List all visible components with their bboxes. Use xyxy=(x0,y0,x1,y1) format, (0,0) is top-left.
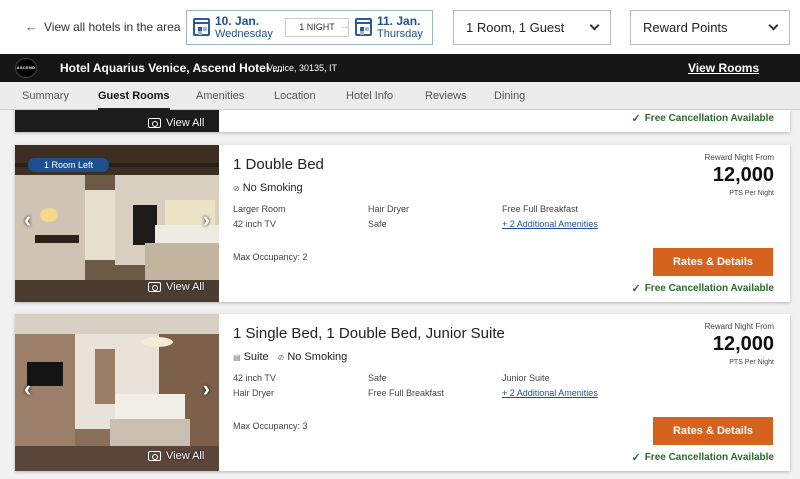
room-title: 1 Double Bed xyxy=(233,156,324,173)
view-all-photos-button[interactable]: View All xyxy=(148,281,204,293)
reward-label: Reward Night From xyxy=(704,322,774,331)
hotel-location: Venice, 30135, IT xyxy=(267,63,338,73)
amenity: 42 inch TV xyxy=(233,219,276,229)
amenity: Free Full Breakfast xyxy=(502,204,579,214)
view-all-photos-button[interactable]: View All xyxy=(148,117,204,129)
room-tag-label: No Smoking xyxy=(287,351,348,363)
camera-icon xyxy=(148,451,161,461)
tab-guest-rooms[interactable]: Guest Rooms xyxy=(98,90,170,110)
room-tag-label: No Smoking xyxy=(242,182,303,194)
check-icon: ✓ xyxy=(631,113,641,125)
check-out-day: Thursday xyxy=(377,28,423,41)
chevron-left-icon[interactable]: ‹ xyxy=(24,376,31,402)
chevron-down-icon xyxy=(589,20,600,31)
points-unit: PTS Per Night xyxy=(729,359,774,366)
calendar-icon xyxy=(355,18,372,36)
check-in-date[interactable]: 10. Jan. Wednesday xyxy=(193,14,273,41)
check-out-date-value: 11. Jan. xyxy=(377,14,421,28)
rate-type-select[interactable]: Reward Points xyxy=(630,10,790,45)
amenity: Hair Dryer xyxy=(233,388,275,398)
amenity: Free Full Breakfast xyxy=(368,388,445,398)
arrow-right-icon: → xyxy=(339,20,350,32)
chevron-down-icon xyxy=(768,20,779,31)
view-all-photos-button[interactable]: View All xyxy=(148,450,204,462)
chevron-right-icon[interactable]: › xyxy=(203,376,210,402)
rates-details-button[interactable]: Rates & Details xyxy=(653,417,773,445)
amenity: Junior Suite xyxy=(502,373,550,383)
availability-badge: 1 Room Left xyxy=(28,158,110,172)
search-header: ← View all hotels in the area 10. Jan. W… xyxy=(0,0,800,54)
back-link-label: View all hotels in the area xyxy=(44,19,181,34)
room-tag: ⊘ No Smoking xyxy=(233,182,303,194)
no-smoking-icon: ⊘ xyxy=(233,183,240,193)
free-cancellation-note: ✓ Free Cancellation Available xyxy=(631,451,774,464)
brand-logo: ASCEND xyxy=(15,58,37,78)
amenity: Larger Room xyxy=(233,204,286,214)
room-photo[interactable]: ‹ › View All xyxy=(15,314,219,471)
rate-type-value: Reward Points xyxy=(643,20,728,35)
back-to-hotels-link[interactable]: ← View all hotels in the area xyxy=(25,19,181,34)
free-cancel-label: Free Cancellation Available xyxy=(644,452,774,463)
check-icon: ✓ xyxy=(631,452,641,464)
chevron-left-icon[interactable]: ‹ xyxy=(24,207,31,233)
arrow-left-icon: ← xyxy=(25,19,38,34)
view-all-label: View All xyxy=(166,450,205,462)
max-occupancy: Max Occupancy: 2 xyxy=(233,252,308,262)
tab-summary[interactable]: Summary xyxy=(22,90,69,102)
free-cancel-label: Free Cancellation Available xyxy=(644,283,774,294)
room-card: ‹ › View All 1 Single Bed, 1 Double Bed,… xyxy=(15,314,790,471)
room-photo[interactable]: View All xyxy=(15,110,219,132)
room-card-partial: View All ✓ Free Cancellation Available xyxy=(15,110,790,132)
rooms-guests-select[interactable]: 1 Room, 1 Guest xyxy=(453,10,611,45)
amenity: Safe xyxy=(368,373,387,383)
tab-hotel-info[interactable]: Hotel Info xyxy=(346,90,393,102)
room-tag: ⊘ No Smoking xyxy=(278,351,348,363)
camera-icon xyxy=(148,118,161,128)
tab-location[interactable]: Location xyxy=(274,90,316,102)
hotel-bar: ASCEND Hotel Aquarius Venice, Ascend Hot… xyxy=(0,54,800,82)
date-range-picker[interactable]: 10. Jan. Wednesday 1 NIGHT → 11. Jan. Th… xyxy=(186,10,433,45)
view-rooms-link[interactable]: View Rooms xyxy=(688,61,759,75)
max-occupancy: Max Occupancy: 3 xyxy=(233,421,308,431)
room-title: 1 Single Bed, 1 Double Bed, Junior Suite xyxy=(233,325,505,342)
check-icon: ✓ xyxy=(631,283,641,295)
free-cancellation-note: ✓ Free Cancellation Available xyxy=(631,282,774,295)
rates-details-button[interactable]: Rates & Details xyxy=(653,248,773,276)
check-in-day: Wednesday xyxy=(215,28,273,41)
view-all-label: View All xyxy=(166,117,205,129)
price-points: 12,000 xyxy=(712,164,774,186)
suite-icon: ▤ xyxy=(233,352,241,362)
additional-amenities-link[interactable]: + 2 Additional Amenities xyxy=(502,388,598,398)
room-tag: ▤ Suite xyxy=(233,351,269,363)
room-tag-label: Suite xyxy=(243,351,269,363)
check-in-date-value: 10. Jan. xyxy=(215,14,260,28)
tab-reviews[interactable]: Reviews xyxy=(425,90,467,102)
calendar-icon xyxy=(193,18,210,36)
chevron-right-icon[interactable]: › xyxy=(203,207,210,233)
tab-amenities[interactable]: Amenities xyxy=(196,90,244,102)
rooms-guests-value: 1 Room, 1 Guest xyxy=(466,20,565,35)
room-card: 1 Room Left ‹ › View All 1 Double Bed ⊘ … xyxy=(15,145,790,302)
additional-amenities-link[interactable]: + 2 Additional Amenities xyxy=(502,219,598,229)
tab-dining[interactable]: Dining xyxy=(494,90,525,102)
section-tabs: Summary Guest Rooms Amenities Location H… xyxy=(0,82,800,110)
room-tags: ⊘ No Smoking xyxy=(233,182,303,194)
check-out-date[interactable]: 11. Jan. Thursday xyxy=(355,14,423,41)
free-cancellation-note: ✓ Free Cancellation Available xyxy=(631,112,774,125)
view-all-label: View All xyxy=(166,281,205,293)
price-points: 12,000 xyxy=(712,333,774,355)
hotel-name: Hotel Aquarius Venice, Ascend Hotel ... xyxy=(60,61,283,75)
room-photo[interactable]: 1 Room Left ‹ › View All xyxy=(15,145,219,302)
points-unit: PTS Per Night xyxy=(729,190,774,197)
reward-label: Reward Night From xyxy=(704,153,774,162)
room-tags: ▤ Suite ⊘ No Smoking xyxy=(233,351,347,363)
amenity: Safe xyxy=(368,219,387,229)
no-smoking-icon: ⊘ xyxy=(277,352,285,362)
camera-icon xyxy=(148,282,161,292)
free-cancel-label: Free Cancellation Available xyxy=(644,113,774,124)
amenity: 42 inch TV xyxy=(233,373,276,383)
room-photo-image xyxy=(15,314,219,471)
amenity: Hair Dryer xyxy=(368,204,410,214)
